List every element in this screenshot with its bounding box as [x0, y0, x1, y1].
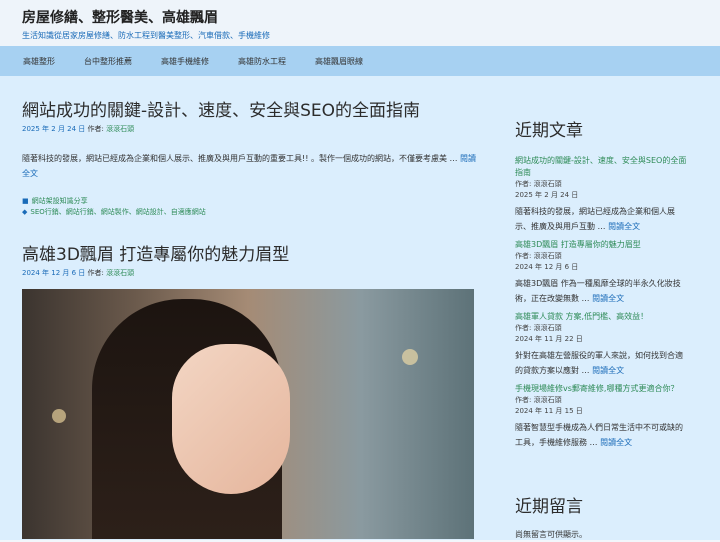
recent-post-excerpt: 高雄3D飄眉 作為一種風靡全球的半永久化妝技術，正在改變無數 … 閱讀全文 — [515, 276, 690, 306]
recent-read-more[interactable]: 閱讀全文 — [608, 222, 640, 231]
recent-post-author: 作者: 滾滾石頭 — [515, 324, 562, 332]
site-title[interactable]: 房屋修繕、整形醫美、高雄飄眉 — [22, 10, 720, 26]
author-label: 作者: — [87, 269, 104, 277]
page-body: 網站成功的關鍵-設計、速度、安全與SEO的全面指南 2025 年 2 月 24 … — [0, 76, 720, 540]
recent-comments-title: 近期留言 — [515, 497, 583, 517]
recent-posts-title: 近期文章 — [515, 121, 583, 141]
recent-post-excerpt-text: 隨著智慧型手機成為人們日常生活中不可或缺的工具，手機維修服務 … — [515, 423, 683, 447]
tag-links[interactable]: SEO行銷、網站行銷、網站製作、網站設計、自適應網站 — [30, 208, 205, 216]
recent-read-more[interactable]: 閱讀全文 — [592, 294, 624, 303]
recent-post-item: 手機現場維修vs郵寄維修,哪種方式更適合你？ 作者: 滾滾石頭 2024 年 1… — [515, 383, 690, 450]
recent-post-link[interactable]: 高雄3D飄眉 打造專屬你的魅力眉型 — [515, 239, 690, 251]
category-link[interactable]: 網站架設知識分享 — [32, 197, 88, 205]
recent-post-author: 作者: 滾滾石頭 — [515, 396, 562, 404]
recent-read-more[interactable]: 閱讀全文 — [592, 366, 624, 375]
post-meta: 2025 年 2 月 24 日 作者: 滾滾石頭 — [22, 124, 477, 134]
site-header: 房屋修繕、整形醫美、高雄飄眉 生活知識從居家房屋修繕、防水工程到醫美整形、汽車借… — [0, 0, 720, 46]
nav-item-eyebrow[interactable]: 高雄飄眉眼線 — [315, 56, 363, 67]
post-excerpt: 隨著科技的發展，網站已經成為企業和個人展示、推廣及與用戶互動的重要工具!! 。製… — [22, 151, 477, 181]
main-nav: 高雄整形 台中整形推薦 高雄手機維修 高雄防水工程 高雄飄眉眼線 — [0, 46, 720, 76]
recent-post-excerpt: 隨著智慧型手機成為人們日常生活中不可或缺的工具，手機維修服務 … 閱讀全文 — [515, 420, 690, 450]
post-taxonomy: ■ 網站架設知識分享 ◆ SEO行銷、網站行銷、網站製作、網站設計、自適應網站 — [22, 196, 477, 218]
post-article: 高雄3D飄眉 打造專屬你的魅力眉型 2024 年 12 月 6 日 作者: 滾滾… — [22, 218, 477, 539]
recent-post-date: 2024 年 11 月 22 日 — [515, 335, 583, 343]
main-content: 網站成功的關鍵-設計、速度、安全與SEO的全面指南 2025 年 2 月 24 … — [22, 76, 477, 539]
post-meta: 2024 年 12 月 6 日 作者: 滾滾石頭 — [22, 268, 477, 278]
post-date[interactable]: 2024 年 12 月 6 日 — [22, 269, 85, 277]
recent-post-excerpt: 隨著科技的發展，網站已經成為企業和個人展示、推廣及與用戶互動 … 閱讀全文 — [515, 204, 690, 234]
author-label: 作者: — [87, 125, 104, 133]
recent-read-more[interactable]: 閱讀全文 — [600, 438, 632, 447]
sidebar: 近期文章 網站成功的關鍵-設計、速度、安全與SEO的全面指南 作者: 滾滾石頭 … — [515, 76, 690, 542]
post-excerpt-text: 隨著科技的發展，網站已經成為企業和個人展示、推廣及與用戶互動的重要工具!! 。製… — [22, 154, 458, 163]
nav-item-kaohsiung-plastic[interactable]: 高雄整形 — [23, 56, 55, 67]
post-title[interactable]: 高雄3D飄眉 打造專屬你的魅力眉型 — [22, 240, 477, 265]
portrait-face — [172, 344, 290, 494]
recent-post-excerpt-text: 隨著科技的發展，網站已經成為企業和個人展示、推廣及與用戶互動 … — [515, 207, 675, 231]
recent-post-date: 2024 年 11 月 15 日 — [515, 407, 583, 415]
recent-post-author: 作者: 滾滾石頭 — [515, 180, 562, 188]
recent-post-item: 高雄3D飄眉 打造專屬你的魅力眉型 作者: 滾滾石頭 2024 年 12 月 6… — [515, 239, 690, 306]
post-title[interactable]: 網站成功的關鍵-設計、速度、安全與SEO的全面指南 — [22, 96, 477, 121]
recent-post-link[interactable]: 手機現場維修vs郵寄維修,哪種方式更適合你？ — [515, 383, 690, 395]
post-featured-image[interactable] — [22, 289, 474, 539]
recent-post-item: 高雄軍人貸款 方案,低門檻、高效益！ 作者: 滾滾石頭 2024 年 11 月 … — [515, 311, 690, 378]
post-author[interactable]: 滾滾石頭 — [106, 125, 134, 133]
recent-post-author: 作者: 滾滾石頭 — [515, 252, 562, 260]
recent-post-link[interactable]: 高雄軍人貸款 方案,低門檻、高效益！ — [515, 311, 690, 323]
post-article: 網站成功的關鍵-設計、速度、安全與SEO的全面指南 2025 年 2 月 24 … — [22, 76, 477, 218]
bokeh-light — [402, 349, 418, 365]
recent-post-date: 2024 年 12 月 6 日 — [515, 263, 579, 271]
recent-post-excerpt: 針對在高雄左營服役的軍人來說，如何找到合適的貸款方案以應對 … 閱讀全文 — [515, 348, 690, 378]
recent-post-link[interactable]: 網站成功的關鍵-設計、速度、安全與SEO的全面指南 — [515, 155, 690, 179]
nav-item-taichung-plastic[interactable]: 台中整形推薦 — [84, 56, 132, 67]
nav-item-waterproof[interactable]: 高雄防水工程 — [238, 56, 286, 67]
site-description: 生活知識從居家房屋修繕、防水工程到醫美整形、汽車借款、手機維修 — [22, 31, 270, 40]
nav-item-phone-repair[interactable]: 高雄手機維修 — [161, 56, 209, 67]
recent-post-item: 網站成功的關鍵-設計、速度、安全與SEO的全面指南 作者: 滾滾石頭 2025 … — [515, 155, 690, 234]
recent-post-date: 2025 年 2 月 24 日 — [515, 191, 579, 199]
post-author[interactable]: 滾滾石頭 — [106, 269, 134, 277]
folder-icon: ■ — [22, 197, 29, 205]
tag-icon: ◆ — [22, 208, 28, 216]
bokeh-light — [52, 409, 66, 423]
post-date[interactable]: 2025 年 2 月 24 日 — [22, 125, 85, 133]
